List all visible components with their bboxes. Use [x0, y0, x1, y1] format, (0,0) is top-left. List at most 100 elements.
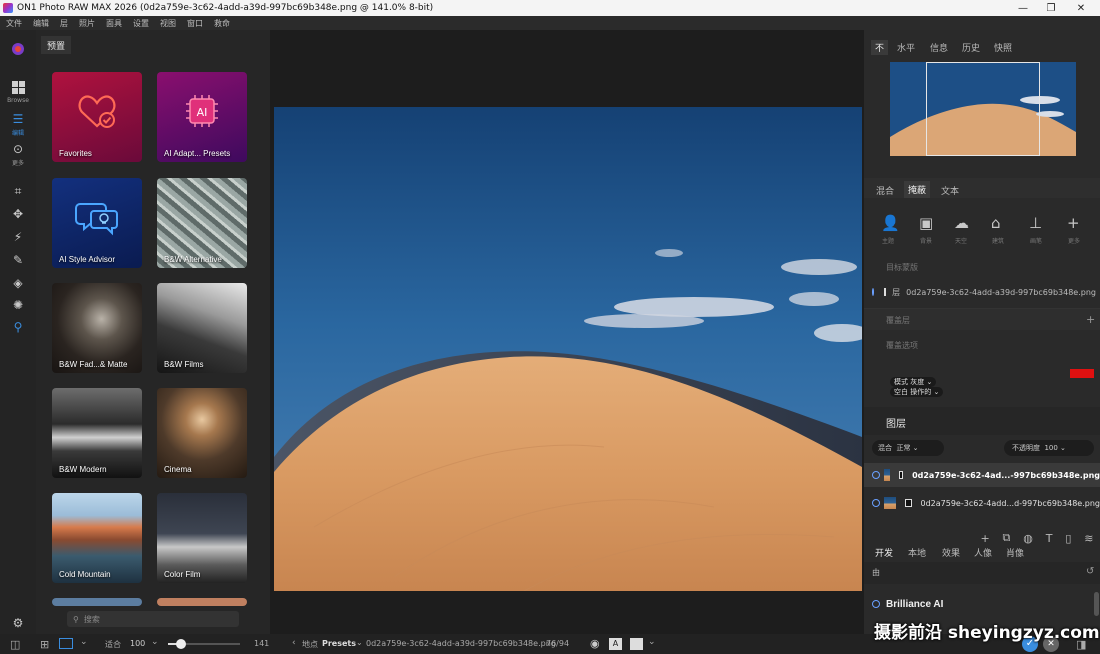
menu-window[interactable]: 窗口 — [187, 18, 203, 29]
overlay-color-swatch[interactable] — [1070, 369, 1094, 378]
browse-grid-icon[interactable] — [6, 78, 30, 96]
menu-file[interactable]: 文件 — [6, 18, 22, 29]
menu-help[interactable]: 救命 — [214, 18, 230, 29]
tab-develop[interactable]: 开发 — [875, 548, 893, 558]
opacity-select[interactable]: 不透明度 100 ⌄ — [1004, 440, 1094, 456]
tab-masking[interactable]: 掩蔽 — [904, 181, 931, 198]
minimize-icon[interactable]: — — [1008, 0, 1038, 16]
tab-info[interactable]: 信息 — [930, 41, 948, 54]
menu-edit[interactable]: 编辑 — [33, 18, 49, 29]
preset-color-film[interactable]: Color Film — [157, 493, 247, 583]
tab-blend[interactable]: 混合 — [876, 184, 894, 197]
layer-visibility-icon[interactable] — [872, 499, 880, 507]
fill-icon[interactable]: ◍ — [1023, 532, 1033, 545]
mask-layer-row[interactable]: 层 0d2a759e-3c62-4add-a39d-997bc69b348e.p… — [872, 284, 1096, 300]
building-icon[interactable]: ⌂ — [991, 214, 1001, 232]
view-select[interactable]: 空白 操作的 ⌄ — [890, 387, 944, 397]
preset-cold-mountain[interactable]: Cold Mountain — [52, 493, 142, 583]
retouch-icon[interactable]: ✺ — [6, 296, 30, 314]
crop-icon[interactable]: ⌗ — [6, 182, 30, 200]
visibility-dot-icon[interactable] — [872, 288, 875, 296]
mask-view-icon[interactable] — [630, 638, 643, 650]
tab-history[interactable]: 历史 — [962, 41, 980, 54]
background-icon[interactable]: ▣ — [919, 214, 933, 232]
preview-eye-icon[interactable]: ◉ — [590, 637, 600, 650]
preset-bw-alternative[interactable]: B&W Alternative — [157, 178, 247, 268]
more-icon[interactable]: ⊙ — [6, 140, 30, 158]
preset-favorites[interactable]: Favorites — [52, 72, 142, 162]
overlay-label: 覆盖层 — [886, 316, 910, 325]
menu-view[interactable]: 视图 — [160, 18, 176, 29]
fit-label[interactable]: 适合 — [105, 639, 121, 650]
ab-compare-icon[interactable]: A — [609, 638, 622, 650]
navigator-thumbnail[interactable] — [890, 62, 1076, 156]
preset-partial-1[interactable] — [52, 598, 142, 606]
preset-ai-adaptive[interactable]: AI AI Adapt... Presets — [157, 72, 247, 162]
main-photo[interactable] — [274, 107, 862, 591]
layer-row[interactable]: 0d2a759e-3c62-4add...d-997bc69b348e.png — [864, 491, 1100, 515]
duplicate-icon[interactable]: ⧉ — [1003, 531, 1011, 545]
subject-icon[interactable]: 👤 — [881, 214, 900, 232]
menu-layer[interactable]: 层 — [60, 18, 68, 29]
menu-settings[interactable]: 设置 — [133, 18, 149, 29]
navigator-viewport[interactable] — [926, 62, 1040, 156]
on1-logo-icon[interactable] — [6, 40, 30, 58]
brilliance-ai-row[interactable]: Brilliance AI — [864, 592, 1100, 616]
panel-toggle-icon[interactable]: ◫ — [10, 638, 20, 651]
grid-view-icon[interactable]: ⊞ — [40, 638, 49, 651]
brilliance-toggle-icon[interactable] — [872, 600, 880, 608]
breadcrumb-folder[interactable]: Presets — [322, 639, 356, 648]
zoom-dropdown-icon[interactable]: ⌄ — [151, 637, 159, 647]
brush-mask-icon[interactable]: ⊥ — [1029, 214, 1042, 232]
eraser-icon[interactable]: ◈ — [6, 274, 30, 292]
preset-ai-style-advisor[interactable]: AI Style Advisor — [52, 178, 142, 268]
preset-cinema[interactable]: Cinema — [157, 388, 247, 478]
view-dropdown-icon[interactable]: ⌄ — [80, 637, 88, 647]
blend-mode-select[interactable]: 混合 正常 ⌄ — [872, 440, 944, 456]
tab-effects[interactable]: 效果 — [942, 548, 960, 558]
tab-local[interactable]: 本地 — [908, 548, 926, 558]
magic-wand-icon[interactable]: ⚡ — [6, 228, 30, 246]
brush-icon[interactable]: ✎ — [6, 251, 30, 269]
search-input[interactable]: ⚲ 搜索 — [67, 611, 239, 627]
search-placeholder: 搜索 — [83, 614, 100, 624]
layer-visibility-icon[interactable] — [872, 471, 880, 479]
settings-icon[interactable]: ⚙ — [6, 614, 30, 632]
delete-icon[interactable]: ▯ — [1065, 532, 1071, 545]
maximize-icon[interactable]: ❐ — [1036, 0, 1066, 16]
preset-bw-modern[interactable]: B&W Modern — [52, 388, 142, 478]
tab-text[interactable]: 文本 — [941, 184, 959, 197]
back-chevron-icon[interactable]: ‹ — [292, 638, 296, 648]
add-layer-icon[interactable]: + — [980, 532, 989, 545]
right-scrollbar[interactable] — [1094, 592, 1099, 616]
add-overlay-icon[interactable]: + — [1086, 313, 1095, 326]
single-view-icon[interactable] — [59, 638, 73, 649]
sky-icon[interactable]: ☁ — [954, 214, 969, 232]
menu-photo[interactable]: 照片 — [79, 18, 95, 29]
mode-select[interactable]: 模式 灰度 ⌄ — [890, 377, 937, 387]
layer-mask-icon — [898, 471, 904, 479]
zoom-icon[interactable]: ⚲ — [6, 318, 30, 336]
close-icon[interactable]: ✕ — [1066, 0, 1096, 16]
tab-nav[interactable]: 不 — [871, 40, 889, 55]
preset-bw-films[interactable]: B&W Films — [157, 283, 247, 373]
tab-level[interactable]: 水平 — [897, 41, 915, 54]
preset-partial-2[interactable] — [157, 598, 247, 606]
stack-icon[interactable]: ≋ — [1084, 532, 1093, 545]
layer-row-active[interactable]: 0d2a759e-3c62-4ad...-997bc69b348e.png — [864, 463, 1100, 487]
tab-snapshot[interactable]: 快照 — [994, 41, 1012, 54]
edit-sliders-icon[interactable]: ☰ — [6, 110, 30, 128]
folder-dropdown-icon[interactable]: ⌄ — [356, 638, 363, 647]
plus-icon[interactable]: + — [1067, 214, 1080, 232]
tab-portrait[interactable]: 人像 — [974, 548, 992, 558]
text-layer-icon[interactable]: T — [1046, 532, 1053, 545]
zoom-slider-thumb[interactable] — [176, 639, 186, 649]
zoom-slider[interactable] — [168, 639, 240, 649]
menu-mask[interactable]: 面具 — [106, 18, 122, 29]
move-icon[interactable]: ✥ — [6, 205, 30, 223]
reset-icon[interactable]: ↺ — [1086, 566, 1094, 577]
tab-face[interactable]: 肖像 — [1006, 548, 1024, 558]
mask-view-dropdown-icon[interactable]: ⌄ — [648, 637, 656, 647]
tab-presets[interactable]: 预置 — [41, 36, 72, 54]
preset-bw-fade-matte[interactable]: B&W Fad...& Matte — [52, 283, 142, 373]
